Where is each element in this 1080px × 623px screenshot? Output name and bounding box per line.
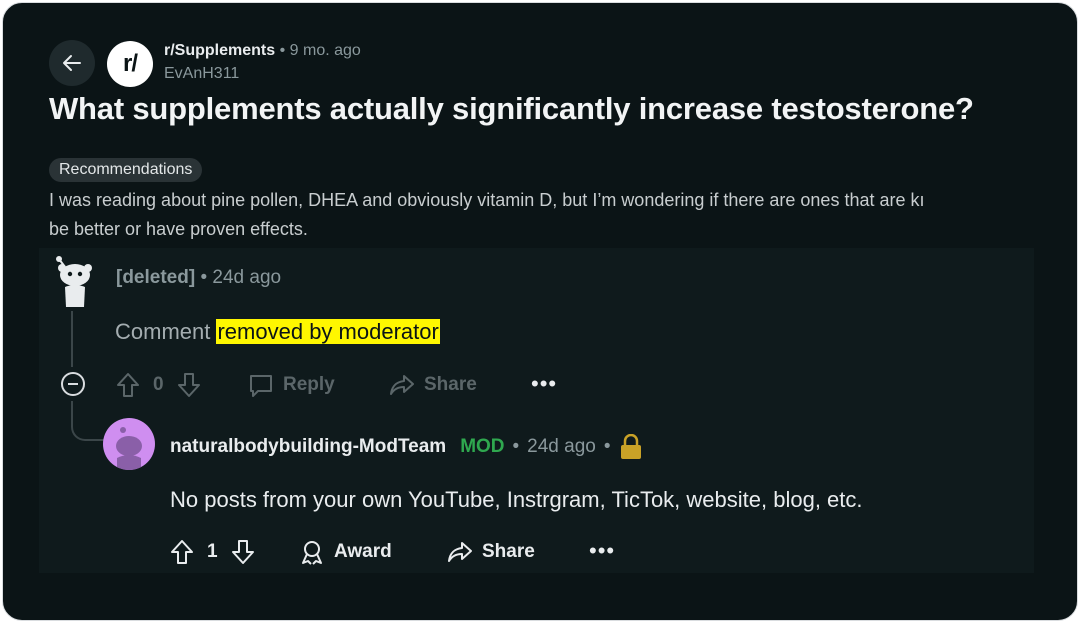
comment-body-text: Comment	[115, 319, 211, 344]
collapse-icon[interactable]	[61, 372, 85, 396]
thread-line	[71, 311, 73, 367]
app-frame: r/ r/Supplements • 9 mo. ago EvAnH311 Wh…	[2, 2, 1078, 621]
comment-thread	[39, 248, 1034, 573]
comment-icon	[250, 375, 272, 397]
reply-vote-bar: 1	[169, 538, 256, 566]
meta-separator: •	[279, 42, 286, 59]
reply-body: No posts from your own YouTube, Instrgra…	[170, 487, 863, 512]
back-button[interactable]	[49, 40, 95, 86]
share-button[interactable]: Share	[446, 538, 535, 566]
more-icon[interactable]: •••	[589, 540, 615, 562]
lock-icon	[620, 434, 641, 459]
post-author[interactable]: EvAnH311	[164, 65, 239, 83]
vote-count: 0	[153, 374, 164, 395]
subreddit-name[interactable]: r/Supplements	[164, 42, 275, 59]
post-flair[interactable]: Recommendations	[49, 158, 203, 182]
post-body-line-1: I was reading about pine pollen, DHEA an…	[49, 190, 925, 210]
comment-author: [deleted]	[116, 267, 196, 288]
comment-vote-bar: 0	[115, 371, 202, 399]
share-icon	[390, 375, 414, 395]
upvote-icon[interactable]	[115, 371, 141, 399]
snoo-avatar-icon	[56, 256, 92, 307]
back-arrow-icon	[63, 55, 81, 71]
award-label: Award	[334, 541, 392, 562]
share-button[interactable]: Share	[388, 371, 477, 399]
downvote-icon[interactable]	[230, 538, 256, 566]
reply-header: naturalbodybuilding-ModTeam MOD • 24d ag…	[170, 434, 643, 460]
mod-snoo-icon	[116, 427, 142, 470]
subreddit-avatar[interactable]: r/	[107, 41, 153, 87]
post-age: 9 mo. ago	[289, 42, 361, 59]
award-button[interactable]: Award	[298, 538, 392, 566]
post-title: What supplements actually significantly …	[49, 91, 974, 126]
share-label: Share	[482, 541, 535, 562]
highlighted-text: removed by moderator	[216, 319, 440, 344]
reply-label: Reply	[283, 374, 335, 395]
avatar[interactable]	[103, 418, 155, 470]
award-icon	[302, 541, 322, 565]
comment-header: [deleted] • 24d ago	[116, 267, 281, 289]
upvote-icon[interactable]	[169, 538, 195, 566]
share-icon	[448, 542, 472, 562]
mod-badge: MOD	[460, 436, 505, 457]
reply-button[interactable]: Reply	[247, 371, 335, 399]
reply-age: 24d ago	[527, 436, 596, 457]
post-body-line-2: be better or have proven effects.	[49, 219, 308, 239]
downvote-icon[interactable]	[176, 371, 202, 399]
more-icon[interactable]: •••	[531, 373, 557, 395]
thread-elbow	[71, 401, 105, 441]
meta-separator: •	[603, 436, 611, 457]
meta-separator: •	[200, 267, 208, 288]
subreddit-meta: r/Supplements • 9 mo. ago	[164, 42, 361, 60]
comment-body: Comment removed by moderator	[115, 319, 440, 345]
post-body: I was reading about pine pollen, DHEA an…	[49, 186, 1049, 244]
comment-age: 24d ago	[212, 267, 282, 288]
meta-separator: •	[512, 436, 520, 457]
reply-author[interactable]: naturalbodybuilding-ModTeam	[170, 436, 446, 458]
vote-count: 1	[207, 541, 218, 562]
share-label: Share	[424, 374, 477, 395]
